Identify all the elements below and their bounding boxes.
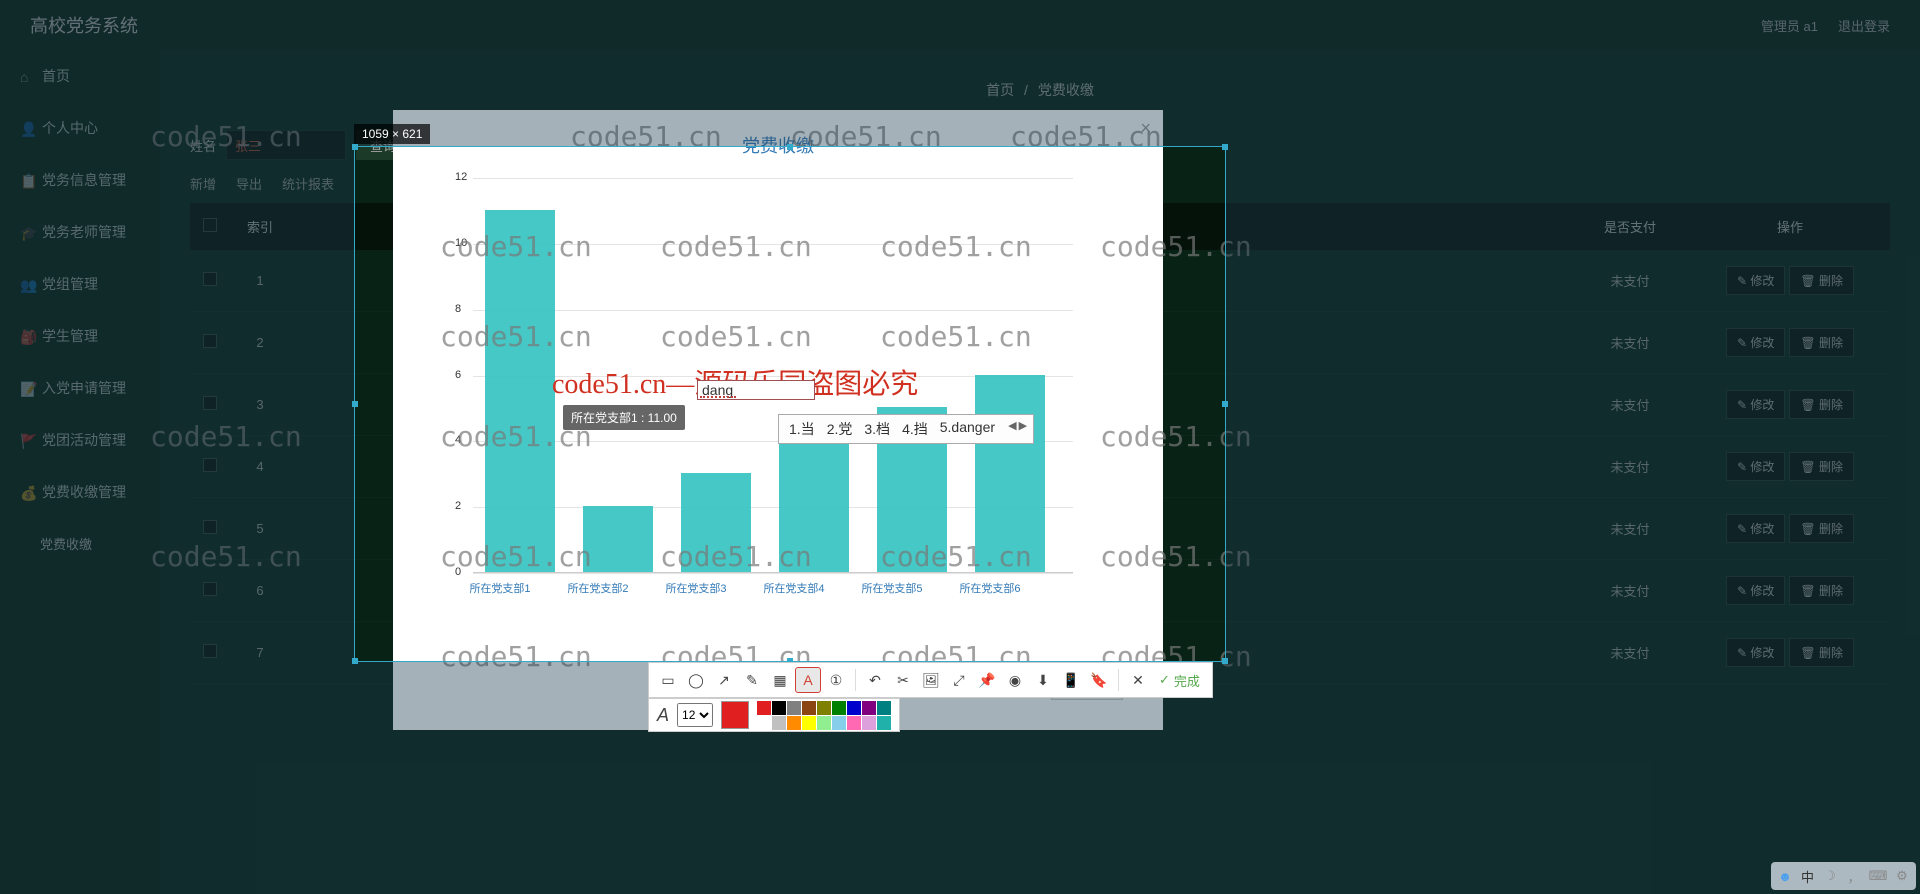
x-axis-label: 所在党支部3 (651, 580, 741, 596)
record-icon[interactable]: ◉ (1002, 667, 1028, 693)
download-icon[interactable]: ⬇ (1030, 667, 1056, 693)
bar[interactable] (975, 375, 1045, 573)
cut-icon[interactable]: ✂ (890, 667, 916, 693)
color-swatch[interactable] (802, 716, 816, 730)
screenshot-toolbar: ▭ ◯ ↗ ✎ ▦ A ① ↶ ✂ 🖼 ⤢ 📌 ◉ ⬇ 📱 🔖 ✕ ✓完成 (648, 662, 1213, 698)
number-tool-icon[interactable]: ① (823, 667, 849, 693)
phone-icon[interactable]: 📱 (1058, 667, 1084, 693)
ime-next-icon[interactable]: ▶ (1019, 419, 1027, 432)
emoji-icon[interactable]: ☻ (1777, 868, 1793, 884)
save-icon[interactable]: 🔖 (1086, 667, 1112, 693)
x-axis-label: 所在党支部4 (749, 580, 839, 596)
mosaic-tool-icon[interactable]: ▦ (767, 667, 793, 693)
color-swatch[interactable] (877, 701, 891, 715)
color-swatch[interactable] (817, 716, 831, 730)
rect-tool-icon[interactable]: ▭ (655, 667, 681, 693)
ime-mode-label[interactable]: 中 (1801, 867, 1814, 886)
color-swatch[interactable] (847, 701, 861, 715)
ime-candidate[interactable]: 1.当 (789, 419, 815, 439)
ime-candidate[interactable]: 4.挡 (902, 419, 928, 439)
translate-icon[interactable]: 🖼 (918, 667, 944, 693)
arrow-tool-icon[interactable]: ↗ (711, 667, 737, 693)
color-swatch[interactable] (772, 716, 786, 730)
ime-candidate[interactable]: 2.党 (827, 419, 853, 439)
undo-icon[interactable]: ↶ (862, 667, 888, 693)
pin-icon[interactable]: 📌 (974, 667, 1000, 693)
moon-icon[interactable]: ☽ (1822, 868, 1838, 884)
comma-icon[interactable]: ， (1846, 868, 1862, 884)
bar[interactable] (583, 506, 653, 572)
color-swatch[interactable] (757, 701, 771, 715)
color-swatch[interactable] (847, 716, 861, 730)
ime-candidate[interactable]: 3.档 (864, 419, 890, 439)
active-color-swatch[interactable] (721, 701, 749, 729)
x-axis-label: 所在党支部6 (945, 580, 1035, 596)
done-button[interactable]: ✓完成 (1153, 671, 1206, 690)
keyboard-icon[interactable]: ⌨ (1870, 868, 1886, 884)
system-tray: ☻ 中 ☽ ， ⌨ ⚙ (1771, 862, 1916, 890)
color-swatch[interactable] (802, 701, 816, 715)
ime-candidate-bar[interactable]: 1.当 2.党 3.档 4.挡 5.danger ◀▶ (778, 414, 1034, 444)
color-swatch[interactable] (772, 701, 786, 715)
color-swatch[interactable] (832, 716, 846, 730)
x-axis-label: 所在党支部2 (553, 580, 643, 596)
close-icon[interactable]: × (1140, 118, 1151, 139)
pen-tool-icon[interactable]: ✎ (739, 667, 765, 693)
color-swatch[interactable] (862, 716, 876, 730)
x-axis-label: 所在党支部1 (455, 580, 545, 596)
text-style-toolbar: A 12 (648, 698, 900, 732)
color-swatch[interactable] (862, 701, 876, 715)
bar[interactable] (779, 440, 849, 572)
ime-prev-icon[interactable]: ◀ (1008, 419, 1016, 432)
bar[interactable] (681, 473, 751, 572)
color-swatch[interactable] (787, 701, 801, 715)
ime-input-box[interactable]: dang (697, 380, 815, 400)
color-swatch[interactable] (787, 716, 801, 730)
color-swatch[interactable] (877, 716, 891, 730)
font-size-select[interactable]: 12 (677, 703, 713, 727)
circle-tool-icon[interactable]: ◯ (683, 667, 709, 693)
modal-title: 党费收缴 (393, 132, 1163, 158)
chart-tooltip: 所在党支部1 : 11.00 (563, 405, 685, 430)
x-axis-label: 所在党支部5 (847, 580, 937, 596)
color-swatch[interactable] (817, 701, 831, 715)
ocr-icon[interactable]: ⤢ (946, 667, 972, 693)
text-tool-icon[interactable]: A (795, 667, 821, 693)
color-swatch[interactable] (757, 716, 771, 730)
ime-candidate[interactable]: 5.danger (940, 419, 995, 439)
cancel-icon[interactable]: ✕ (1125, 667, 1151, 693)
color-swatch[interactable] (832, 701, 846, 715)
font-glyph-icon: A (657, 705, 669, 726)
bar[interactable] (485, 210, 555, 572)
settings-icon[interactable]: ⚙ (1894, 868, 1910, 884)
